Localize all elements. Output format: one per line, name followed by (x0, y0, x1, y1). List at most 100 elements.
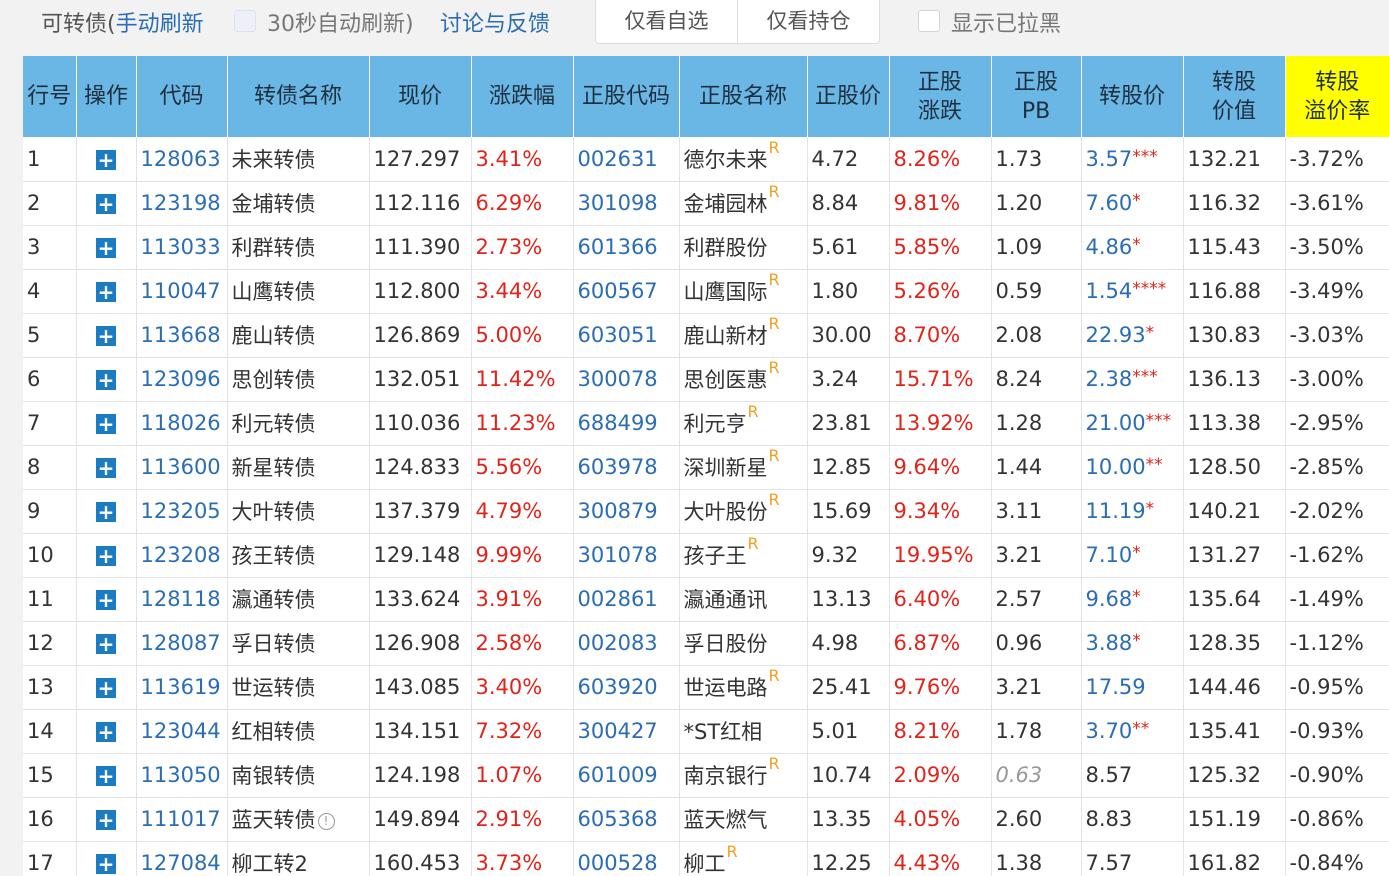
bond-code-link[interactable]: 123044 (141, 719, 221, 743)
stock-code-link[interactable]: 601009 (578, 763, 658, 787)
table-row[interactable]: 14 +123044 红相转债 134.151 7.32% 300427 *ST红相 5.01… (23, 709, 1389, 754)
conv-price[interactable]: 4.86 (1086, 235, 1133, 259)
col-header-name[interactable]: 转债名称 (226, 56, 369, 137)
conv-price[interactable]: 10.00 (1086, 455, 1146, 479)
add-to-watchlist-icon[interactable]: + (96, 766, 116, 786)
feedback-link[interactable]: 讨论与反馈 (440, 6, 550, 38)
table-row[interactable]: 4 +110047 山鹰转债 112.800 3.44% 600567 山鹰国际R 1.80 5… (23, 269, 1389, 314)
bond-code-link[interactable]: 111017 (141, 807, 221, 831)
stock-code-link[interactable]: 002861 (578, 587, 658, 611)
stock-code-link[interactable]: 605368 (578, 807, 658, 831)
bond-code-link[interactable]: 123208 (141, 543, 221, 567)
conv-price[interactable]: 11.19 (1086, 499, 1146, 523)
stock-code-link[interactable]: 002631 (578, 147, 658, 171)
stock-code-link[interactable]: 300427 (578, 719, 658, 743)
conv-price[interactable]: 3.57 (1086, 147, 1133, 171)
stock-code-link[interactable]: 601366 (578, 235, 658, 259)
bond-code-link[interactable]: 113619 (141, 675, 221, 699)
col-header-code[interactable]: 代码 (135, 56, 227, 137)
stock-code-link[interactable]: 600567 (578, 279, 658, 303)
col-header-change[interactable]: 涨跌幅 (470, 56, 573, 137)
col-header-conv-value[interactable]: 转股 价值 (1182, 56, 1285, 137)
add-to-watchlist-icon[interactable]: + (96, 458, 116, 478)
stock-code-link[interactable]: 300879 (578, 499, 658, 523)
add-to-watchlist-icon[interactable]: + (96, 546, 116, 566)
table-row[interactable]: 2 +123198 金埔转债 112.116 6.29% 301098 金埔园林R 8.84 9… (23, 181, 1389, 226)
table-row[interactable]: 6 +123096 思创转债 132.051 11.42% 300078 思创医惠R 3.24… (23, 357, 1389, 402)
add-to-watchlist-icon[interactable]: + (96, 854, 116, 874)
col-header-price[interactable]: 现价 (368, 56, 471, 137)
bond-code-link[interactable]: 110047 (141, 279, 221, 303)
conv-price[interactable]: 7.60 (1086, 191, 1133, 215)
manual-refresh-link[interactable]: 手动刷新 (116, 12, 204, 37)
bond-code-link[interactable]: 113600 (141, 455, 221, 479)
bond-code-link[interactable]: 118026 (141, 411, 221, 435)
watchlist-only-button[interactable]: 仅看自选 (596, 0, 737, 43)
stock-code-link[interactable]: 300078 (578, 367, 658, 391)
col-header-stock-name[interactable]: 正股名称 (678, 56, 807, 137)
table-row[interactable]: 3 +113033 利群转债 111.390 2.73% 601366 利群股份 5.61 5.… (23, 225, 1389, 270)
bond-code-link[interactable]: 128087 (141, 631, 221, 655)
bond-code-link[interactable]: 128063 (141, 147, 221, 171)
add-to-watchlist-icon[interactable]: + (96, 194, 116, 214)
stock-code-link[interactable]: 603051 (578, 323, 658, 347)
stock-code-link[interactable]: 301078 (578, 543, 658, 567)
bond-code-link[interactable]: 113050 (141, 763, 221, 787)
col-header-pb[interactable]: 正股 PB (990, 56, 1081, 137)
conv-price[interactable]: 3.70 (1086, 719, 1133, 743)
table-row[interactable]: 12 +128087 孚日转债 126.908 2.58% 002083 孚日股份 4.98 6… (23, 621, 1389, 666)
conv-price[interactable]: 1.54 (1086, 279, 1133, 303)
conv-price[interactable]: 3.88 (1086, 631, 1133, 655)
stock-code-link[interactable]: 603920 (578, 675, 658, 699)
add-to-watchlist-icon[interactable]: + (96, 370, 116, 390)
stock-code-link[interactable]: 603978 (578, 455, 658, 479)
col-header-row-no[interactable]: 行号 (23, 56, 76, 137)
add-to-watchlist-icon[interactable]: + (96, 282, 116, 302)
col-header-stock-price[interactable]: 正股价 (806, 56, 889, 137)
stock-code-link[interactable]: 000528 (578, 851, 658, 875)
conv-price[interactable]: 21.00 (1086, 411, 1146, 435)
col-header-premium[interactable]: 转股 溢价率 (1284, 56, 1389, 137)
table-row[interactable]: 13 +113619 世运转债 143.085 3.40% 603920 世运电路R 25.4… (23, 665, 1389, 710)
bond-code-link[interactable]: 113033 (141, 235, 221, 259)
table-row[interactable]: 5 +113668 鹿山转债 126.869 5.00% 603051 鹿山新材R 30.00… (23, 313, 1389, 358)
table-row[interactable]: 15 +113050 南银转债 124.198 1.07% 601009 南京银行R 10.7… (23, 753, 1389, 798)
stock-code-link[interactable]: 688499 (578, 411, 658, 435)
stock-code-link[interactable]: 002083 (578, 631, 658, 655)
add-to-watchlist-icon[interactable]: + (96, 238, 116, 258)
table-row[interactable]: 11 +128118 瀛通转债 133.624 3.91% 002861 瀛通通讯 13.13… (23, 577, 1389, 622)
info-icon[interactable]: ! (317, 812, 335, 830)
add-to-watchlist-icon[interactable]: + (96, 326, 116, 346)
table-row[interactable]: 10 +123208 孩王转债 129.148 9.99% 301078 孩子王R 9.32 1… (23, 533, 1389, 578)
conv-price[interactable]: 7.10 (1086, 543, 1133, 567)
table-row[interactable]: 8 +113600 新星转债 124.833 5.56% 603978 深圳新星R 12.85… (23, 445, 1389, 490)
add-to-watchlist-icon[interactable]: + (96, 810, 116, 830)
bond-code-link[interactable]: 123096 (141, 367, 221, 391)
col-header-conv-price[interactable]: 转股价 (1080, 56, 1183, 137)
bond-code-link[interactable]: 123205 (141, 499, 221, 523)
table-row[interactable]: 7 +118026 利元转债 110.036 11.23% 688499 利元亨R 23.81… (23, 401, 1389, 446)
conv-price[interactable]: 2.38 (1086, 367, 1133, 391)
conv-price[interactable]: 17.59 (1086, 675, 1146, 699)
bond-code-link[interactable]: 127084 (141, 851, 221, 875)
add-to-watchlist-icon[interactable]: + (96, 722, 116, 742)
bond-code-link[interactable]: 123198 (141, 191, 221, 215)
add-to-watchlist-icon[interactable]: + (96, 149, 116, 170)
col-header-stock-code[interactable]: 正股代码 (572, 56, 679, 137)
add-to-watchlist-icon[interactable]: + (96, 678, 116, 698)
add-to-watchlist-icon[interactable]: + (96, 414, 116, 434)
auto-refresh-checkbox[interactable] (234, 10, 256, 32)
table-row[interactable]: 9 +123205 大叶转债 137.379 4.79% 300879 大叶股份R 15.69… (23, 489, 1389, 534)
add-to-watchlist-icon[interactable]: + (96, 590, 116, 610)
show-blacklist-checkbox[interactable] (918, 10, 940, 32)
table-row[interactable]: 1 +128063 未来转债 127.297 3.41% 002631 德尔未来R 4.72 8… (23, 137, 1389, 182)
holdings-only-button[interactable]: 仅看持仓 (737, 0, 879, 43)
bond-code-link[interactable]: 128118 (141, 587, 221, 611)
stock-code-link[interactable]: 301098 (578, 191, 658, 215)
table-row[interactable]: 17 +127084 柳工转2 160.453 3.73% 000528 柳工R 12.25 4… (23, 841, 1389, 876)
bond-code-link[interactable]: 113668 (141, 323, 221, 347)
table-row[interactable]: 16 +111017 蓝天转债! 149.894 2.91% 605368 蓝天燃气 13.3… (23, 797, 1389, 842)
conv-price[interactable]: 9.68 (1086, 587, 1133, 611)
add-to-watchlist-icon[interactable]: + (96, 634, 116, 654)
add-to-watchlist-icon[interactable]: + (96, 502, 116, 522)
